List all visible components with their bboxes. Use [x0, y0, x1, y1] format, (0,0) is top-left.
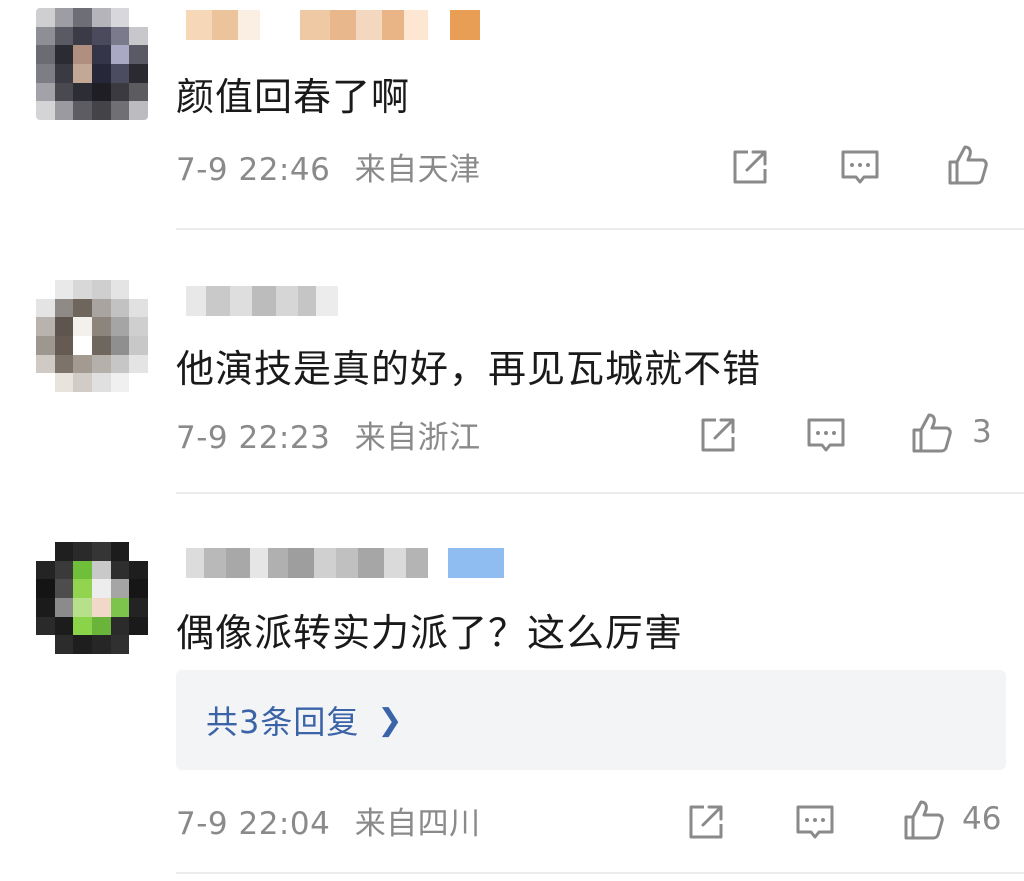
comment-text: 他演技是真的好，再见瓦城就不错 — [176, 347, 762, 391]
view-replies-link[interactable]: 共3条回复 ❯ — [206, 670, 404, 770]
comment-icon[interactable] — [838, 145, 882, 189]
thumbs-up-icon[interactable] — [946, 143, 990, 187]
comment-item: 颜值回春了啊 7-9 22:46 来自天津 — [0, 0, 1024, 235]
username-blurred[interactable] — [186, 282, 338, 320]
divider — [176, 228, 1024, 230]
avatar[interactable] — [36, 542, 148, 654]
comment-meta: 7-9 22:46 来自天津 — [176, 144, 481, 189]
comment-icon[interactable] — [804, 413, 848, 457]
like-count: 3 — [972, 414, 992, 450]
comment-meta: 7-9 22:23 来自浙江 — [176, 412, 481, 457]
like-count: 46 — [962, 801, 1002, 837]
share-icon[interactable] — [728, 145, 772, 189]
comment-list: 颜值回春了啊 7-9 22:46 来自天津 他演技是真的好，再见瓦城就不错 7-… — [0, 0, 1024, 881]
divider — [176, 872, 1024, 874]
comment-text: 颜值回春了啊 — [176, 75, 411, 119]
comment-meta: 7-9 22:04 来自四川 — [176, 798, 481, 843]
divider — [176, 492, 1024, 494]
comment-item: 偶像派转实力派了？这么厉害 共3条回复 ❯ 7-9 22:04 来自四川 46 — [0, 530, 1024, 881]
comment-location: 来自四川 — [354, 806, 481, 842]
comment-item: 他演技是真的好，再见瓦城就不错 7-9 22:23 来自浙江 3 — [0, 270, 1024, 500]
comment-time: 7-9 22:23 — [176, 420, 331, 456]
comment-location: 来自浙江 — [354, 420, 481, 456]
chevron-right-icon: ❯ — [377, 702, 404, 738]
comment-icon[interactable] — [793, 800, 837, 844]
comment-text: 偶像派转实力派了？这么厉害 — [176, 611, 684, 655]
share-icon[interactable] — [684, 800, 728, 844]
username-blurred[interactable] — [186, 6, 480, 44]
share-icon[interactable] — [696, 413, 740, 457]
thumbs-up-icon[interactable] — [910, 411, 954, 455]
comment-location: 来自天津 — [354, 152, 481, 188]
avatar[interactable] — [36, 8, 148, 120]
thumbs-up-icon[interactable] — [902, 798, 946, 842]
comment-time: 7-9 22:46 — [176, 152, 331, 188]
avatar[interactable] — [36, 280, 148, 392]
replies-count-label: 共3条回复 — [206, 703, 360, 741]
username-blurred[interactable] — [186, 544, 504, 582]
replies-panel[interactable]: 共3条回复 ❯ — [176, 670, 1006, 770]
comment-time: 7-9 22:04 — [176, 806, 331, 842]
